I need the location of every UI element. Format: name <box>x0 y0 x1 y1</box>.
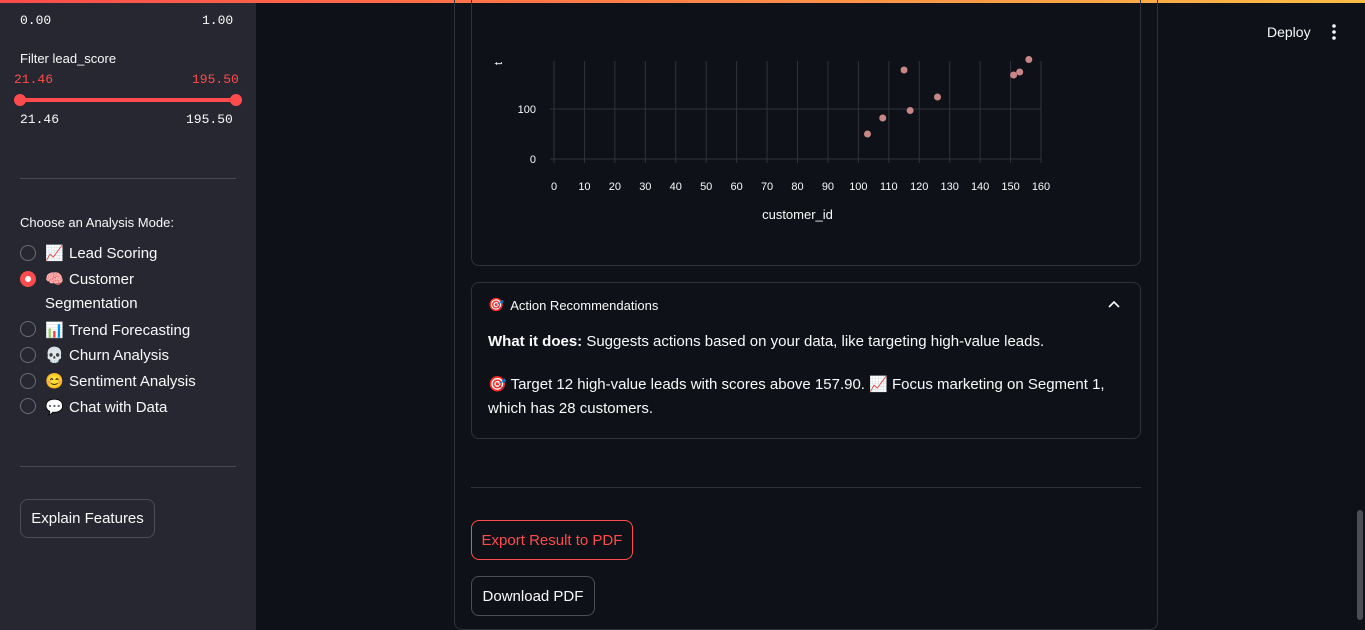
x-axis-label: customer_id <box>762 207 833 222</box>
x-tick-label: 50 <box>700 181 712 193</box>
lead-score-slider-track[interactable] <box>20 98 236 102</box>
x-tick-label: 0 <box>551 181 557 193</box>
lead-score-min-label: 21.46 <box>20 112 60 127</box>
analysis-mode-title: Choose an Analysis Mode: <box>20 215 174 230</box>
lead-score-max-label: 195.50 <box>186 112 233 127</box>
x-tick-label: 90 <box>822 181 834 193</box>
x-tick-label: 100 <box>849 181 867 193</box>
content-divider <box>471 487 1141 488</box>
radio-label: Customer <box>69 271 135 288</box>
what-it-does-text: What it does: Suggests actions based on … <box>488 333 1044 350</box>
skull-icon: 💀 <box>45 347 64 364</box>
x-tick-label: 150 <box>1001 181 1019 193</box>
y-tick-label: 100 <box>518 104 536 116</box>
brain-icon: 🧠 <box>45 271 64 288</box>
radio-button[interactable] <box>20 321 36 337</box>
scatter-chart: 0 10 20 30 40 50 60 70 80 90 100 110 120 130 140 150 160… <box>493 56 1050 222</box>
scatter-point <box>906 107 914 114</box>
what-it-does-label: What it does: <box>488 333 583 350</box>
explain-features-button[interactable]: Explain Features <box>20 499 155 538</box>
lead-score-slider-low-thumb[interactable] <box>14 94 26 106</box>
radio-label: Chat with Data <box>69 399 168 416</box>
prev-slider-min-label: 0.00 <box>20 13 52 28</box>
download-pdf-button[interactable]: Download PDF <box>471 576 595 616</box>
speech-bubble-icon: 💬 <box>45 399 64 416</box>
target-icon: 🎯 <box>488 297 505 312</box>
deploy-button[interactable]: Deploy <box>1267 24 1311 40</box>
scrollbar-thumb[interactable] <box>1357 510 1363 620</box>
bar-chart-icon: 📊 <box>45 322 64 339</box>
x-tick-label: 80 <box>791 181 803 193</box>
x-tick-label: 130 <box>941 181 959 193</box>
x-tick-label: 10 <box>578 181 590 193</box>
sidebar-divider <box>20 178 236 179</box>
chevron-up-icon[interactable] <box>1106 297 1122 313</box>
radio-button[interactable] <box>20 245 36 261</box>
sidebar-divider <box>20 466 236 467</box>
radio-button[interactable] <box>20 398 36 414</box>
what-it-does-description: Suggests actions based on your data, lik… <box>582 333 1045 350</box>
x-tick-label: 160 <box>1032 181 1050 193</box>
radio-label-continued: Segmentation <box>45 295 138 312</box>
radio-button[interactable] <box>20 347 36 363</box>
x-tick-label: 140 <box>971 181 989 193</box>
x-tick-label: 40 <box>670 181 682 193</box>
sidebar: 0.00 1.00 Filter lead_score 21.46 195.50… <box>0 3 256 630</box>
prev-slider-max-label: 1.00 <box>202 13 234 28</box>
x-tick-label: 110 <box>880 181 898 193</box>
recommendation-line-1: 🎯 Target 12 high-value leads with scores… <box>488 376 1105 393</box>
lead-score-high-value: 195.50 <box>192 72 239 87</box>
radio-label: Trend Forecasting <box>69 322 191 339</box>
recommendations-header[interactable]: 🎯 Action Recommendations <box>488 297 658 313</box>
radio-label: Lead Scoring <box>69 245 158 262</box>
radio-button[interactable] <box>20 373 36 389</box>
recommendation-line-2: which has 28 customers. <box>488 400 654 417</box>
radio-label: Sentiment Analysis <box>69 373 196 390</box>
scatter-point <box>864 130 872 138</box>
y-tick-label: 0 <box>530 154 536 166</box>
x-tick-label: 20 <box>609 181 621 193</box>
scatter-point <box>879 114 887 122</box>
recommendations-expander: 🎯 Action Recommendations What it does: S… <box>471 282 1141 439</box>
lead-score-slider-label: Filter lead_score <box>20 51 117 66</box>
y-axis-label: t <box>493 62 505 65</box>
scatter-point <box>900 66 908 74</box>
radio-label: Churn Analysis <box>69 347 170 364</box>
scatter-point <box>1010 71 1018 79</box>
radio-button-selected[interactable] <box>20 271 36 287</box>
export-pdf-button[interactable]: Export Result to PDF <box>471 520 633 560</box>
scatter-point <box>1016 68 1024 76</box>
x-tick-label: 120 <box>910 181 928 193</box>
kebab-menu-icon[interactable] <box>1324 22 1344 42</box>
lead-score-slider-high-thumb[interactable] <box>230 94 242 106</box>
lead-score-low-value: 21.46 <box>14 72 54 87</box>
x-tick-label: 70 <box>761 181 773 193</box>
scatter-point <box>934 93 942 101</box>
recommendations-title: Action Recommendations <box>510 297 659 313</box>
scatter-point <box>1025 56 1033 63</box>
smiling-face-icon: 😊 <box>45 373 64 390</box>
x-tick-label: 60 <box>731 181 743 193</box>
chart-increasing-icon: 📈 <box>45 245 64 262</box>
x-tick-label: 30 <box>639 181 651 193</box>
